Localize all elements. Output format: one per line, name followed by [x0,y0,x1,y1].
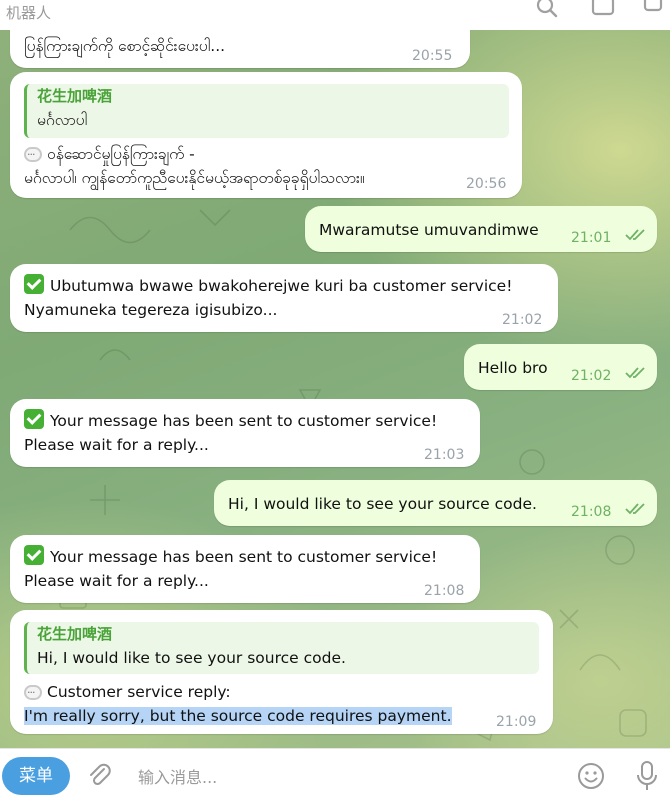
top-bar: 机器人 [0,0,670,30]
message-incoming[interactable]: Your message has been sent to customer s… [10,535,480,603]
message-time: 20:56 [466,176,507,192]
message-outgoing[interactable]: Hi, I would like to see your source code… [214,480,657,526]
message-incoming[interactable]: ပြန်ကြားချက်ကို စောင့်ဆိုင်းပေးပါ... 20:… [10,30,470,68]
message-outgoing[interactable]: Hello bro 21:02 [464,344,657,390]
message-text: Your message has been sent to customer s… [50,412,438,430]
chat-area[interactable]: ပြန်ကြားချက်ကို စောင့်ဆိုင်းပေးပါ... 20:… [0,30,670,748]
message-time: 21:03 [424,447,465,463]
message-time: 21:09 [496,714,537,730]
message-time: 21:02 [502,312,543,328]
message-text: Please wait for a reply... [24,436,209,454]
message-incoming[interactable]: Your message has been sent to customer s… [10,399,480,467]
message-text: မင်္ဂလာပါ၊ ကျွန်တော်ကူညီပေးနိုင်မယ့်အရာတ… [24,169,365,187]
chat-title: 机器人 [6,4,52,22]
quoted-message[interactable]: 花生加啤酒 Hi, I would like to see your sourc… [24,622,539,674]
message-incoming-reply[interactable]: 花生加啤酒 မင်္ဂလာပါ ဝန်ဆောင်မှုပြန်ကြားချက် … [10,72,522,198]
search-icon[interactable] [534,0,560,20]
more-icon[interactable] [640,0,666,20]
double-check-icon [625,503,645,515]
double-check-icon [625,367,645,379]
message-text: ဝန်ဆောင်မှုပြန်ကြားချက် - [47,145,195,163]
message-incoming-reply[interactable]: 花生加啤酒 Hi, I would like to see your sourc… [10,610,553,734]
message-text: Customer service reply: [47,683,231,701]
quote-sender-name: 花生加啤酒 [37,625,113,643]
microphone-icon[interactable] [632,759,662,793]
speech-bubble-emoji [24,143,42,167]
message-text: Mwaramutse umuvandimwe [319,221,539,239]
speech-bubble-emoji [24,681,42,705]
quote-sender-name: 花生加啤酒 [37,87,113,105]
message-incoming[interactable]: Ubutumwa bwawe bwakoherejwe kuri ba cust… [10,264,558,332]
message-time: 21:08 [424,583,465,599]
quote-text: မင်္ဂလာပါ [37,111,88,129]
message-text: Hello bro [478,359,548,377]
double-check-icon [625,229,645,241]
message-input[interactable]: 输入消息... [138,764,217,788]
paperclip-icon[interactable] [86,762,114,790]
composer-bar: 菜单 输入消息... [0,748,670,801]
quoted-message[interactable]: 花生加啤酒 မင်္ဂလာပါ [24,84,509,138]
message-text: Hi, I would like to see your source code… [228,495,537,513]
check-mark-emoji [24,274,44,294]
window-icon[interactable] [590,0,616,20]
message-outgoing[interactable]: Mwaramutse umuvandimwe 21:01 [305,206,657,252]
message-time: 21:01 [571,230,612,246]
quote-text: Hi, I would like to see your source code… [37,649,346,667]
message-text: Nyamuneka tegereza igisubizo... [24,301,278,319]
menu-button[interactable]: 菜单 [2,757,70,795]
message-time: 21:02 [571,368,612,384]
message-text: Your message has been sent to customer s… [50,548,438,566]
message-time: 20:55 [412,48,453,64]
selected-text[interactable]: I'm really sorry, but the source code re… [24,707,452,725]
message-text: ပြန်ကြားချက်ကို စောင့်ဆိုင်းပေးပါ... [24,37,226,55]
check-mark-emoji [24,545,44,565]
message-text: Ubutumwa bwawe bwakoherejwe kuri ba cust… [50,277,513,295]
check-mark-emoji [24,409,44,429]
message-time: 21:08 [571,504,612,520]
message-text: Please wait for a reply... [24,572,209,590]
emoji-icon[interactable] [576,761,606,791]
